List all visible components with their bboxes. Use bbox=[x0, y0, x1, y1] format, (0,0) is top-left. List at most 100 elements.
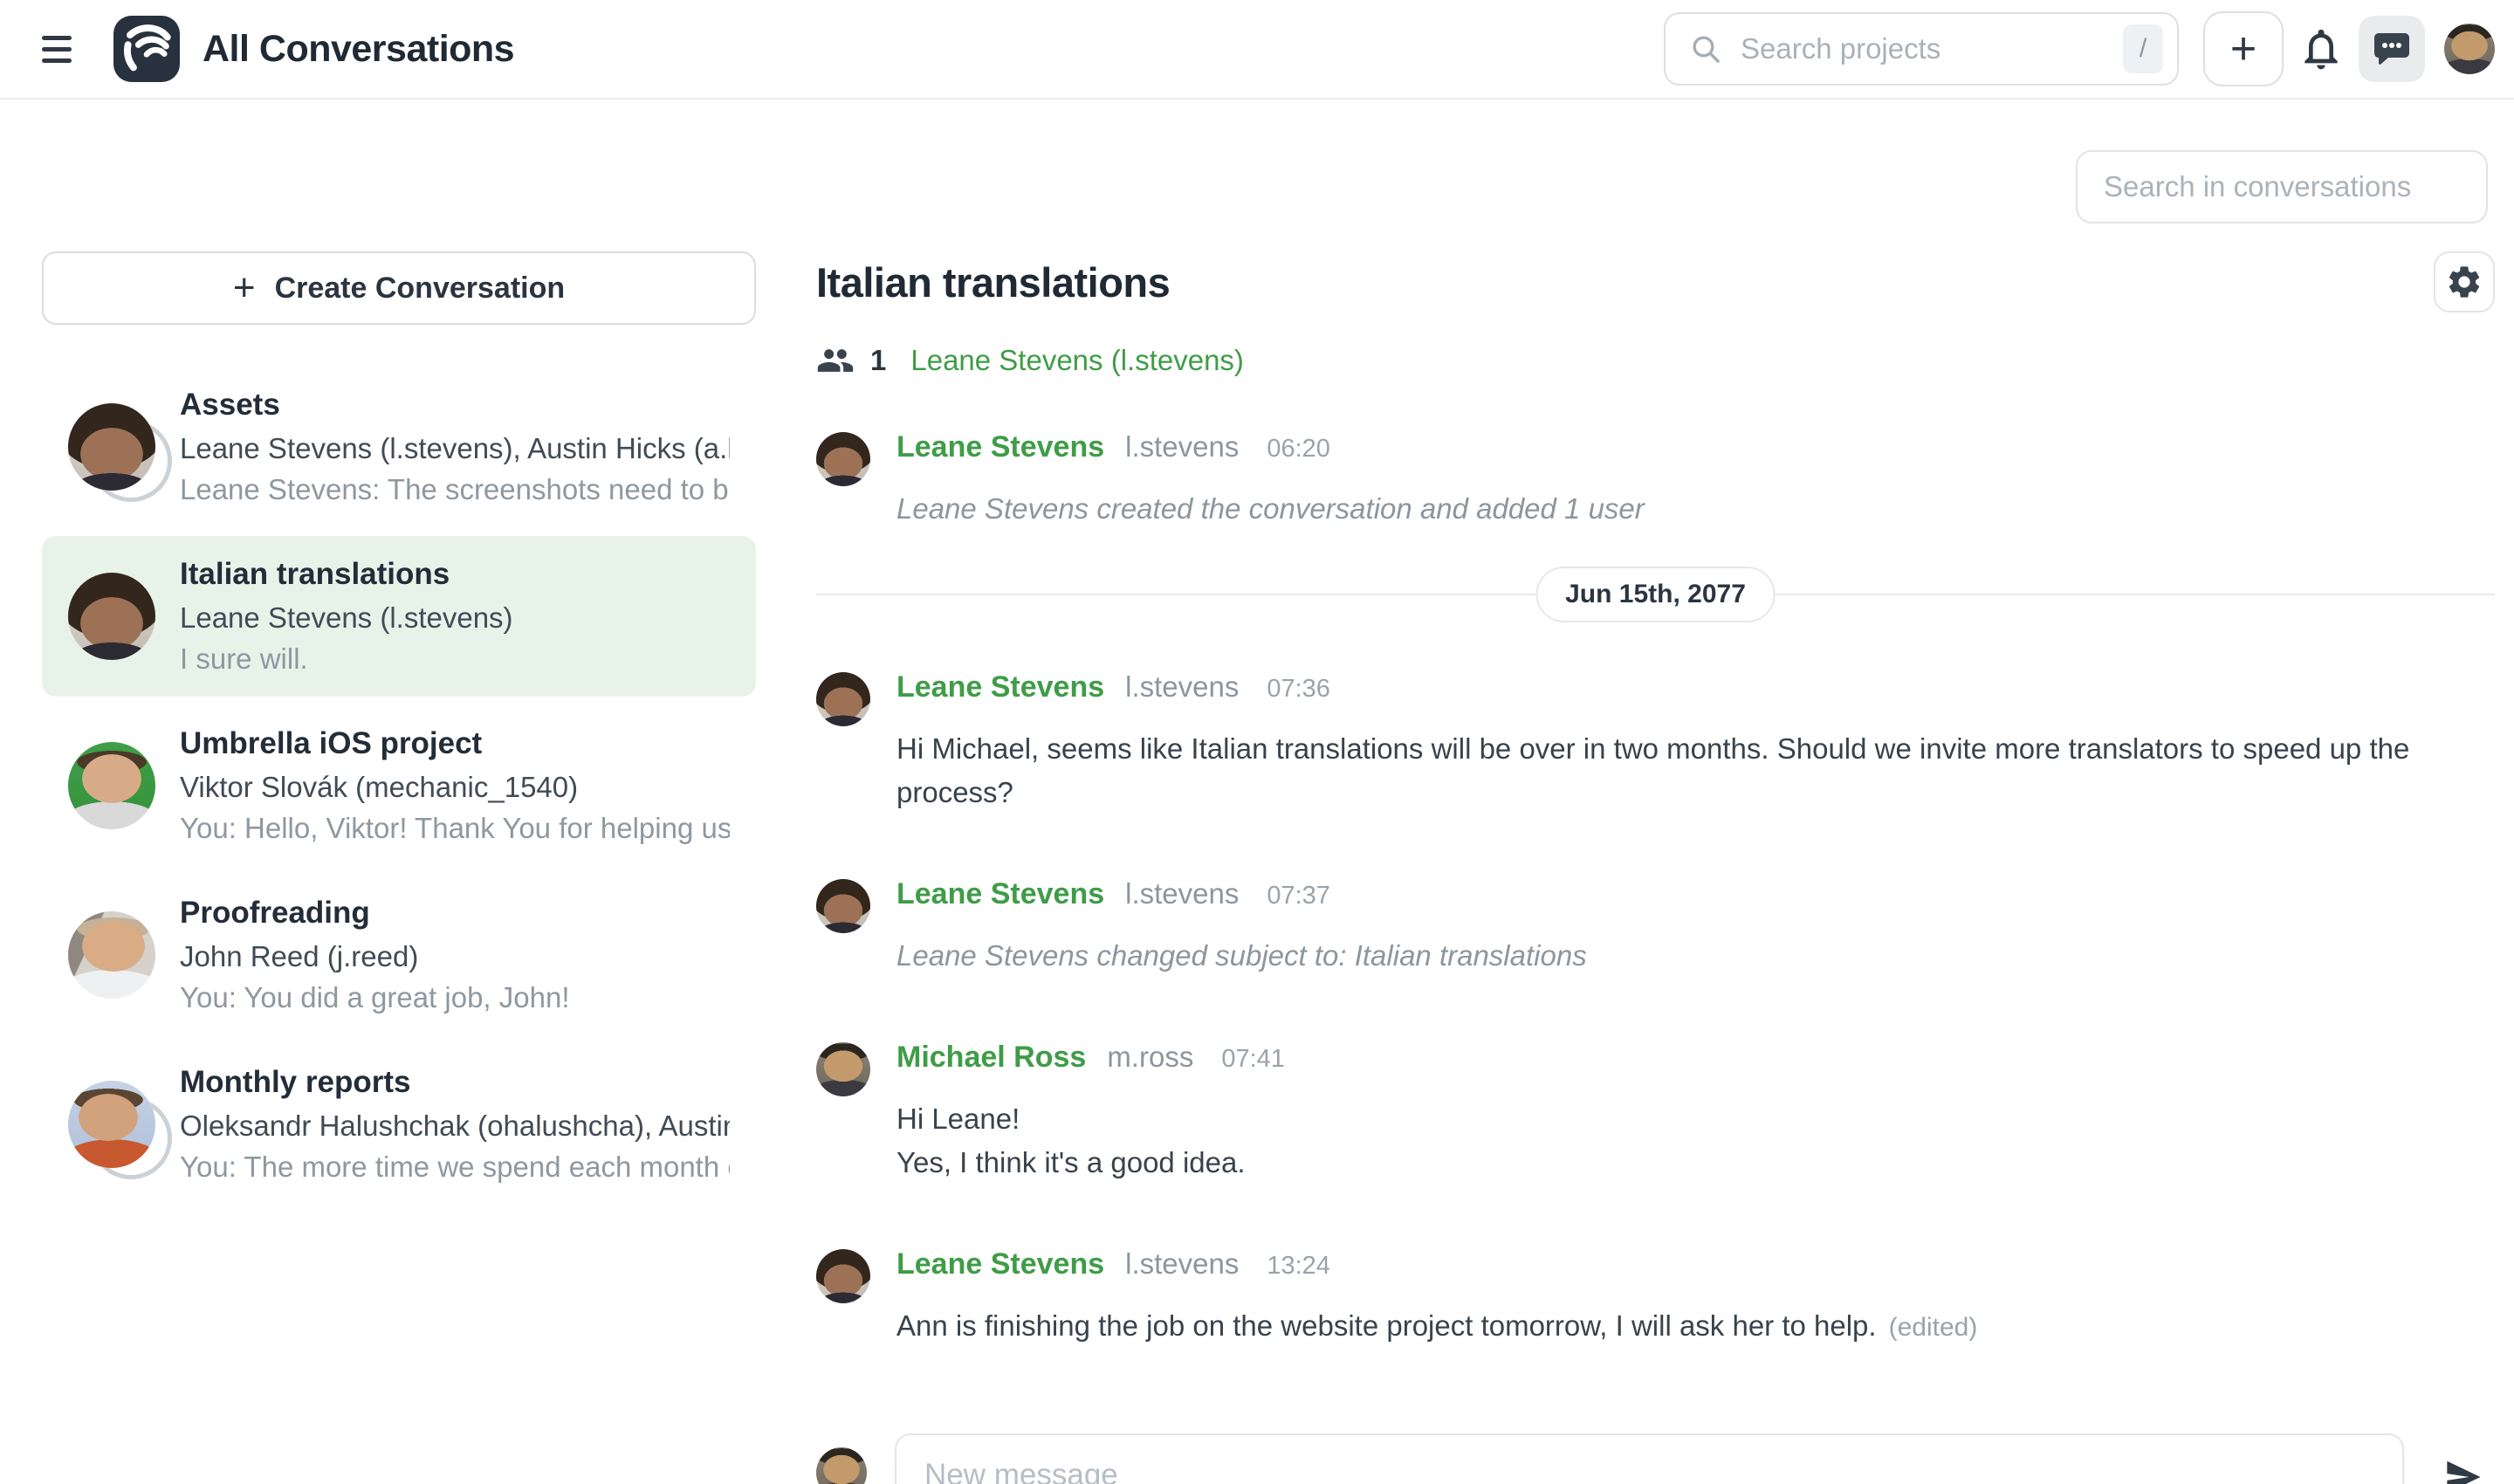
new-message-input[interactable] bbox=[895, 1433, 2404, 1484]
date-pill: Jun 15th, 2077 bbox=[1535, 567, 1776, 622]
message-list: Leane Stevens l.stevens 06:20 Leane Stev… bbox=[816, 430, 2495, 1350]
conversation-title: Umbrella iOS project bbox=[180, 726, 730, 761]
conversation-title: Monthly reports bbox=[180, 1065, 730, 1100]
chat-bubble-icon bbox=[2371, 28, 2413, 70]
message-body: Hi Leane!Yes, I think it's a good idea. bbox=[896, 1097, 2495, 1185]
app-root: All Conversations / + + bbox=[0, 0, 2514, 1484]
message-author-name[interactable]: Michael Ross bbox=[896, 1041, 1086, 1075]
message-author-name[interactable]: Leane Stevens bbox=[896, 430, 1104, 464]
app-logo-icon[interactable] bbox=[113, 16, 180, 82]
conversation-last-message: Leane Stevens: The screenshots need to b… bbox=[180, 473, 730, 506]
participants-icon bbox=[816, 341, 855, 380]
menu-button[interactable] bbox=[42, 23, 94, 75]
message: Leane Stevens l.stevens 07:36 Hi Michael… bbox=[816, 670, 2495, 814]
message-author-avatar[interactable] bbox=[816, 879, 870, 933]
conversation-avatar bbox=[68, 403, 155, 491]
message-text-line: Hi Michael, seems like Italian translati… bbox=[896, 727, 2495, 814]
message-time: 07:37 bbox=[1267, 882, 1330, 910]
message-author-name[interactable]: Leane Stevens bbox=[896, 877, 1104, 911]
message: Leane Stevens l.stevens 07:37 Leane Stev… bbox=[816, 877, 2495, 978]
conversation-header: Italian translations 1 Leane Stevens (l.… bbox=[816, 258, 2495, 380]
message-author-avatar[interactable] bbox=[816, 432, 870, 486]
conversation-last-message: You: Hello, Viktor! Thank You for helpin… bbox=[180, 812, 730, 845]
conversation-participants: Leane Stevens (l.stevens) bbox=[180, 601, 513, 635]
conversation-last-message: I sure will. bbox=[180, 642, 513, 676]
messenger-button[interactable] bbox=[2359, 16, 2425, 82]
conversation-avatar bbox=[68, 573, 155, 660]
hamburger-icon bbox=[42, 36, 94, 40]
message-author-username: l.stevens bbox=[1125, 430, 1239, 464]
paper-plane-icon bbox=[2441, 1454, 2486, 1484]
message: Leane Stevens l.stevens 06:20 Leane Stev… bbox=[816, 430, 2495, 531]
project-search-input[interactable] bbox=[1741, 32, 2105, 65]
conversation-participants: Oleksandr Halushchak (ohalushcha), Austi… bbox=[180, 1110, 730, 1143]
conversation-title-heading: Italian translations bbox=[816, 258, 2495, 306]
create-conversation-label: Create Conversation bbox=[275, 271, 566, 306]
conversation-search-input[interactable] bbox=[2076, 150, 2488, 223]
message: Michael Ross m.ross 07:41 Hi Leane!Yes, … bbox=[816, 1041, 2495, 1185]
bell-icon bbox=[2297, 24, 2346, 73]
composer-avatar bbox=[816, 1447, 867, 1484]
conversation-participants: John Reed (j.reed) bbox=[180, 940, 570, 973]
conversation-sidebar: + Create Conversation Assets Leane Steve… bbox=[42, 251, 756, 1205]
message-author-username: l.stevens bbox=[1125, 670, 1239, 704]
conversation-list-item[interactable]: Monthly reports Oleksandr Halushchak (oh… bbox=[42, 1044, 756, 1205]
date-divider: Jun 15th, 2077 bbox=[816, 594, 2495, 595]
message-time: 07:36 bbox=[1267, 675, 1330, 704]
conversation-avatar bbox=[68, 1081, 155, 1168]
create-conversation-button[interactable]: + Create Conversation bbox=[42, 251, 756, 325]
message-body: Ann is finishing the job on the website … bbox=[896, 1304, 2495, 1350]
participants-link[interactable]: Leane Stevens (l.stevens) bbox=[910, 344, 1244, 377]
message-text-line: Yes, I think it's a good idea. bbox=[896, 1141, 2495, 1185]
message-author-avatar[interactable] bbox=[816, 672, 870, 726]
message-text-line: Ann is finishing the job on the website … bbox=[896, 1304, 2495, 1350]
message-body: Hi Michael, seems like Italian translati… bbox=[896, 727, 2495, 814]
edited-flag: (edited) bbox=[1889, 1313, 1978, 1342]
gear-icon bbox=[2445, 263, 2483, 301]
message-author-avatar[interactable] bbox=[816, 1042, 870, 1096]
conversation-last-message: You: You did a great job, John! bbox=[180, 981, 570, 1014]
send-button[interactable] bbox=[2432, 1446, 2495, 1484]
notifications-button[interactable] bbox=[2284, 11, 2359, 86]
participants-row: 1 Leane Stevens (l.stevens) bbox=[816, 341, 2495, 380]
conversation-avatar bbox=[68, 742, 155, 829]
message-time: 13:24 bbox=[1267, 1252, 1330, 1281]
conversation-participants: Viktor Slovák (mechanic_1540) bbox=[180, 771, 730, 804]
conversation-panel: Italian translations 1 Leane Stevens (l.… bbox=[816, 258, 2495, 1484]
search-icon bbox=[1688, 31, 1723, 66]
message-text-line: Hi Leane! bbox=[896, 1097, 2495, 1141]
top-bar: All Conversations / + bbox=[0, 0, 2514, 100]
page-title: All Conversations bbox=[203, 28, 514, 71]
message-author-avatar[interactable] bbox=[816, 1249, 870, 1303]
message-author-username: l.stevens bbox=[1125, 877, 1239, 910]
conversation-list-item[interactable]: Italian translations Leane Stevens (l.st… bbox=[42, 536, 756, 697]
conversation-title: Proofreading bbox=[180, 896, 570, 931]
message-body: Leane Stevens changed subject to: Italia… bbox=[896, 934, 2495, 978]
settings-button[interactable] bbox=[2434, 251, 2495, 313]
conversation-title: Italian translations bbox=[180, 557, 513, 592]
plus-icon: + bbox=[233, 269, 256, 307]
conversation-list-item[interactable]: Umbrella iOS project Viktor Slovák (mech… bbox=[42, 705, 756, 866]
user-avatar[interactable] bbox=[2444, 24, 2495, 74]
message-author-name[interactable]: Leane Stevens bbox=[896, 1247, 1104, 1281]
message-time: 06:20 bbox=[1267, 435, 1330, 464]
composer bbox=[816, 1433, 2495, 1484]
project-search: / bbox=[1664, 12, 2179, 86]
conversation-participants: Leane Stevens (l.stevens), Austin Hicks … bbox=[180, 432, 730, 465]
message-text-line: Leane Stevens changed subject to: Italia… bbox=[896, 934, 2495, 978]
message-time: 07:41 bbox=[1221, 1045, 1285, 1074]
conversation-avatar bbox=[68, 911, 155, 999]
conversation-title: Assets bbox=[180, 388, 730, 423]
conversation-last-message: You: The more time we spend each month o… bbox=[180, 1151, 730, 1184]
conversation-list-item[interactable]: Proofreading John Reed (j.reed) You: You… bbox=[42, 875, 756, 1035]
participants-count: 1 bbox=[870, 344, 886, 377]
message-author-username: m.ross bbox=[1107, 1041, 1193, 1074]
message-body: Leane Stevens created the conversation a… bbox=[896, 487, 2495, 531]
conversation-list-item[interactable]: Assets Leane Stevens (l.stevens), Austin… bbox=[42, 367, 756, 527]
add-button[interactable]: + bbox=[2203, 11, 2284, 86]
conversation-list: Assets Leane Stevens (l.stevens), Austin… bbox=[42, 367, 756, 1205]
message-author-username: l.stevens bbox=[1125, 1247, 1239, 1281]
message-text-line: Leane Stevens created the conversation a… bbox=[896, 487, 2495, 531]
message: Leane Stevens l.stevens 13:24 Ann is fin… bbox=[816, 1247, 2495, 1350]
message-author-name[interactable]: Leane Stevens bbox=[896, 670, 1104, 704]
